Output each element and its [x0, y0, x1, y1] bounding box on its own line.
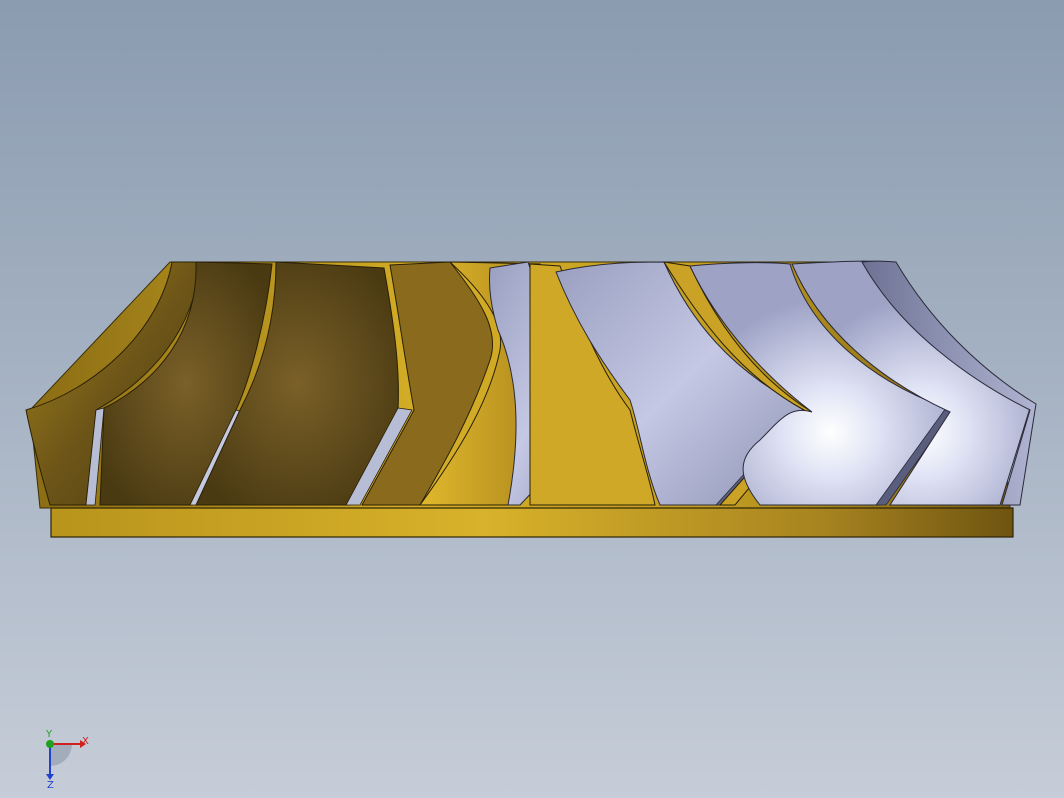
y-axis-label: Y [45, 730, 53, 740]
3d-viewport[interactable] [0, 0, 1064, 798]
y-axis-dot [46, 740, 54, 748]
z-axis-label: Z [47, 780, 54, 790]
triad-shadow [50, 744, 72, 766]
impeller-base-plate [50, 507, 1014, 538]
x-axis-label: X [82, 736, 89, 747]
coordinate-triad: X Y Z [45, 730, 89, 790]
